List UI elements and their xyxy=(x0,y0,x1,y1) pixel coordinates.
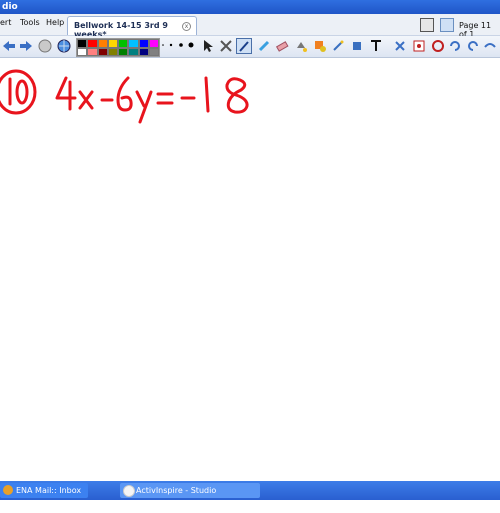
clear-icon[interactable] xyxy=(392,38,408,54)
pen-icon[interactable] xyxy=(236,38,252,54)
forward-icon[interactable] xyxy=(18,38,34,54)
text-icon[interactable] xyxy=(368,38,384,54)
color-swatch[interactable] xyxy=(128,47,139,56)
menu-help[interactable]: Help xyxy=(46,18,64,27)
select-arrow-icon[interactable] xyxy=(200,38,216,54)
taskbar-item-activinspire-label: ActivInspire - Studio xyxy=(136,486,217,495)
color-swatch[interactable] xyxy=(128,39,139,48)
taskbar: ENA Mail:: Inbox (32... ActivInspire - S… xyxy=(0,481,500,510)
color-swatch[interactable] xyxy=(87,47,98,56)
highlighter-icon[interactable] xyxy=(256,38,272,54)
window-title: dio xyxy=(2,2,18,12)
mail-icon xyxy=(3,485,13,495)
tab-close-icon[interactable]: x xyxy=(182,22,191,31)
digit-0 xyxy=(15,79,29,105)
revealer-icon[interactable] xyxy=(411,38,427,54)
color-swatch[interactable] xyxy=(148,47,159,56)
undo-icon[interactable] xyxy=(447,38,463,54)
back-icon[interactable] xyxy=(1,38,17,54)
eraser-icon[interactable] xyxy=(274,38,290,54)
taskbar-item-mail-label: ENA Mail:: Inbox (32... xyxy=(16,486,82,510)
color-swatch[interactable] xyxy=(97,47,108,56)
color-swatch[interactable] xyxy=(107,39,118,48)
zoom-page-icon[interactable] xyxy=(440,18,454,32)
flipchart-canvas[interactable] xyxy=(0,58,500,480)
color-swatch[interactable] xyxy=(107,47,118,56)
spotlight-icon[interactable] xyxy=(430,38,446,54)
color-swatch[interactable] xyxy=(77,47,88,56)
color-swatch[interactable] xyxy=(87,39,98,48)
handwritten-equation xyxy=(0,69,249,124)
color-swatch[interactable] xyxy=(138,39,149,48)
tools-icon[interactable] xyxy=(218,38,234,54)
color-swatch[interactable] xyxy=(97,39,108,48)
page-browser-icon[interactable] xyxy=(420,18,434,32)
shape-icon[interactable] xyxy=(312,38,328,54)
more-icon[interactable] xyxy=(482,38,498,54)
color-swatch[interactable] xyxy=(148,39,159,48)
document-tab[interactable]: Bellwork 14-15 3rd 9 weeks* x xyxy=(67,16,197,39)
taskbar-item-mail[interactable]: ENA Mail:: Inbox (32... xyxy=(0,483,88,510)
globe-icon[interactable] xyxy=(56,38,72,54)
color-swatch[interactable] xyxy=(118,39,129,48)
menu-tools[interactable]: Tools xyxy=(20,18,40,27)
menu-insert[interactable]: ert xyxy=(0,18,11,27)
fill-icon[interactable] xyxy=(293,38,309,54)
color-swatch[interactable] xyxy=(118,47,129,56)
circle-play-icon[interactable] xyxy=(37,38,53,54)
main-toolbar xyxy=(0,36,500,58)
pen-dots-icon[interactable] xyxy=(158,38,198,54)
color-swatch[interactable] xyxy=(77,39,88,48)
activinspire-icon xyxy=(123,485,135,497)
color-swatch[interactable] xyxy=(138,47,149,56)
taskbar-item-activinspire[interactable]: ActivInspire - Studio xyxy=(120,483,260,498)
redo-icon[interactable] xyxy=(465,38,481,54)
shape-square-icon[interactable] xyxy=(349,38,365,54)
title-bar: dio xyxy=(0,0,500,14)
magic-ink-icon[interactable] xyxy=(330,38,346,54)
color-palette xyxy=(76,38,160,57)
